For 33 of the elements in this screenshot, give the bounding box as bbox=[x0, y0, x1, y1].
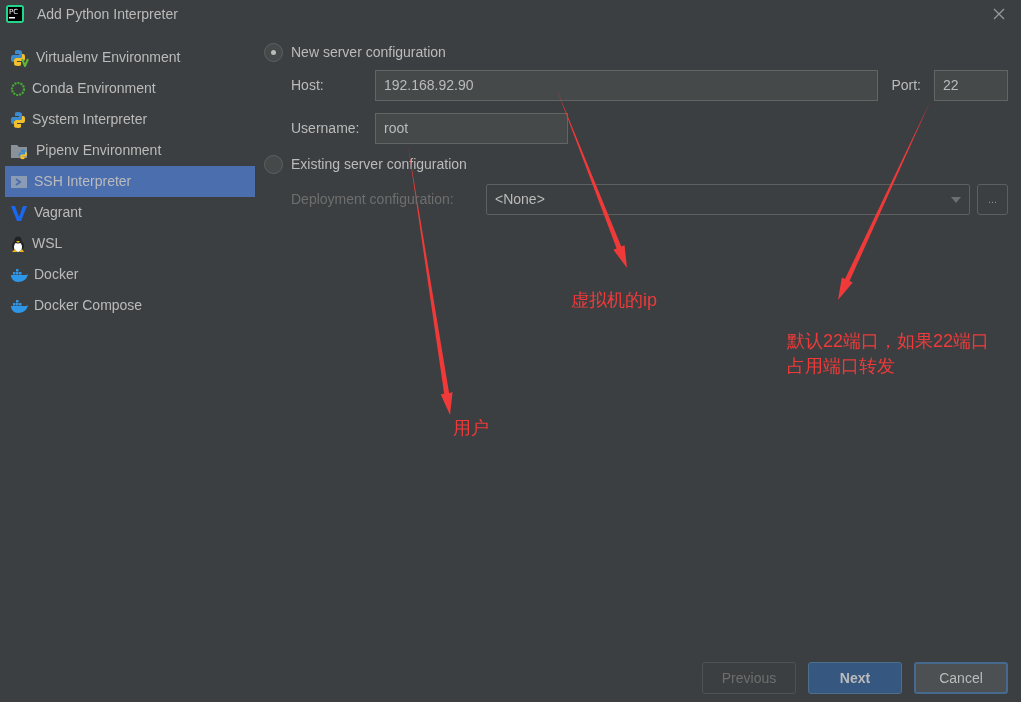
sidebar-item[interactable]: WSL bbox=[5, 228, 255, 259]
username-field[interactable]: root bbox=[375, 113, 568, 144]
dialog-button[interactable]: Next bbox=[808, 662, 902, 694]
sidebar-item[interactable]: System Interpreter bbox=[5, 104, 255, 135]
host-field[interactable]: 192.168.92.90 bbox=[375, 70, 879, 101]
sidebar-item[interactable]: Virtualenv Environment bbox=[5, 42, 255, 73]
caret-icon bbox=[951, 196, 961, 203]
annotation-text: 默认22端口，如果22端口 bbox=[787, 330, 990, 353]
annotation-text: 虚拟机的ip bbox=[571, 289, 657, 312]
radio-label[interactable]: New server configuration bbox=[291, 41, 446, 63]
field-label: Port: bbox=[891, 76, 921, 95]
sidebar-item[interactable]: Docker bbox=[5, 259, 255, 290]
python-icon bbox=[10, 48, 30, 67]
penguin-icon bbox=[10, 234, 26, 253]
port-field[interactable]: 22 bbox=[934, 70, 1008, 101]
field-label: Username: bbox=[291, 119, 361, 138]
ring-icon bbox=[10, 80, 26, 97]
window-title: Add Python Interpreter bbox=[37, 4, 179, 24]
close-icon[interactable] bbox=[993, 8, 1005, 20]
radio-button[interactable] bbox=[264, 42, 283, 62]
whale-icon bbox=[10, 297, 28, 314]
console-icon bbox=[10, 173, 28, 190]
python-icon bbox=[10, 110, 26, 129]
annotation-text: 占用端口转发 bbox=[787, 355, 895, 378]
sidebar-item[interactable]: Conda Environment bbox=[5, 73, 255, 104]
whale-icon bbox=[10, 266, 28, 283]
v-icon bbox=[10, 203, 28, 222]
sidebar-item[interactable]: Pipenv Environment bbox=[5, 135, 255, 166]
annotation-text: 用户 bbox=[453, 417, 489, 440]
field-label: Host: bbox=[291, 76, 325, 95]
dialog-button[interactable]: Cancel bbox=[914, 662, 1008, 694]
sidebar-item[interactable]: Docker Compose bbox=[5, 290, 255, 321]
sidebar-item[interactable]: Vagrant bbox=[5, 197, 255, 228]
